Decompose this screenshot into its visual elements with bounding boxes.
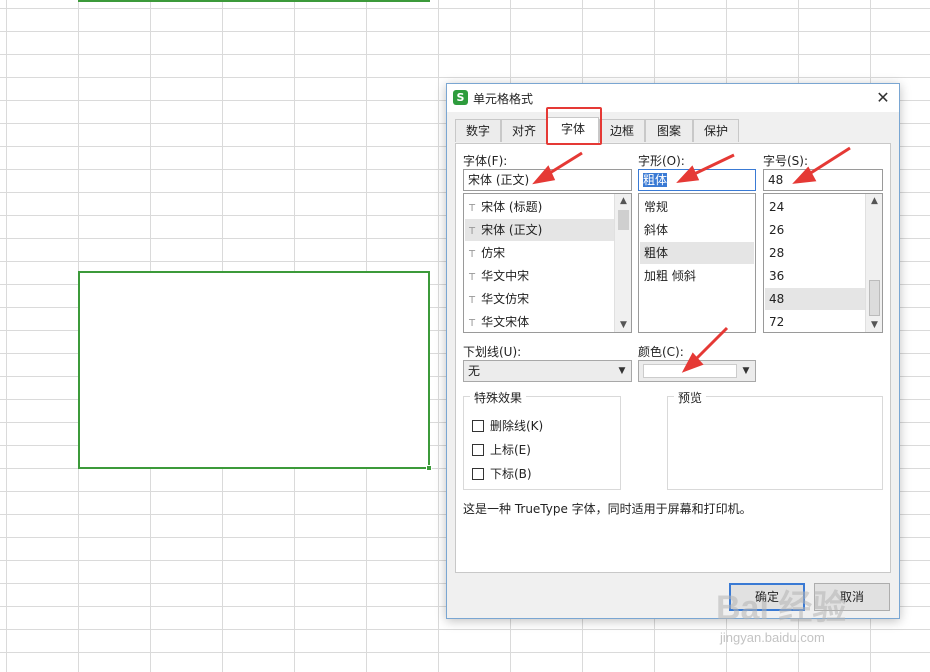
style-list[interactable]: 常规 斜体 粗体 加粗 倾斜	[638, 193, 756, 333]
chevron-down-icon: ▼	[618, 366, 626, 376]
strikethrough-checkbox[interactable]: 删除线(K)	[472, 417, 543, 434]
font-description: 这是一种 TrueType 字体，同时适用于屏幕和打印机。	[463, 502, 752, 516]
checkbox-box	[472, 468, 484, 480]
style-input[interactable]: 粗体	[638, 169, 756, 191]
font-list-item[interactable]: T 宋体 (标题)	[465, 196, 614, 218]
underline-value: 无	[468, 364, 481, 378]
style-list-item[interactable]: 加粗 倾斜	[640, 265, 754, 287]
truetype-font-icon: T	[469, 203, 476, 214]
dialog-title: 单元格格式	[473, 92, 534, 106]
font-tab-panel: 字体(F): 宋体 (正文) T 宋体 (标题) T 宋体 (正文) T 仿宋 T 华文…	[455, 143, 891, 573]
scroll-down-icon[interactable]: ▼	[615, 318, 631, 332]
font-list-item[interactable]: T 华文中宋	[465, 265, 614, 287]
size-input[interactable]: 48	[763, 169, 883, 191]
size-list-scrollbar[interactable]: ▲ ▼	[865, 194, 882, 332]
font-list-item-label: 宋体 (正文)	[481, 223, 543, 237]
wps-app-icon: S	[453, 90, 468, 105]
chevron-down-icon: ▼	[742, 366, 750, 376]
tab-pattern[interactable]: 图案	[645, 119, 693, 142]
font-list-item-label: 宋体 (标题)	[481, 200, 543, 214]
tab-number[interactable]: 数字	[455, 119, 501, 142]
size-label: 字号(S):	[763, 154, 809, 168]
scroll-thumb[interactable]	[618, 210, 629, 230]
truetype-font-icon: T	[469, 318, 476, 329]
color-swatch	[643, 364, 737, 378]
style-list-item[interactable]: 斜体	[640, 219, 754, 241]
checkbox-label: 下标(B)	[490, 467, 532, 481]
watermark-url: jingyan.baidu.com	[720, 630, 825, 645]
close-icon[interactable]: ✕	[873, 88, 893, 108]
truetype-font-icon: T	[469, 249, 476, 260]
checkbox-label: 删除线(K)	[490, 419, 544, 433]
font-list-item[interactable]: T 宋体 (正文)	[465, 219, 614, 241]
style-label: 字形(O):	[638, 154, 685, 168]
checkbox-label: 上标(E)	[490, 443, 531, 457]
tab-alignment[interactable]: 对齐	[501, 119, 547, 142]
font-list[interactable]: T 宋体 (标题) T 宋体 (正文) T 仿宋 T 华文中宋 T 华文仿宋 T 华文宋体 …	[463, 193, 632, 333]
font-list-item-label: 华文宋体	[481, 315, 530, 329]
tab-protection[interactable]: 保护	[693, 119, 739, 142]
font-list-item-label: 仿宋	[481, 246, 506, 260]
size-list-item[interactable]: 48	[765, 288, 865, 310]
baidu-jingyan-watermark: Bai 经验 jingyan.baidu.com	[716, 574, 906, 654]
preview-title: 预览	[674, 389, 707, 406]
font-list-item[interactable]: T 仿宋	[465, 242, 614, 264]
size-list-item[interactable]: 72	[765, 311, 865, 332]
selected-cell-range[interactable]	[78, 271, 432, 471]
scroll-down-icon[interactable]: ▼	[866, 318, 882, 332]
color-label: 颜色(C):	[638, 345, 684, 359]
truetype-font-icon: T	[469, 226, 476, 237]
truetype-font-icon: T	[469, 272, 476, 283]
underline-select[interactable]: 无 ▼	[463, 360, 632, 382]
font-list-item[interactable]: T 华文宋体	[465, 311, 614, 332]
style-input-selected-text: 粗体	[643, 173, 668, 187]
size-list-item[interactable]: 24	[765, 196, 865, 218]
effects-group: 特殊效果 删除线(K) 上标(E) 下标(B)	[463, 389, 621, 490]
size-list-item[interactable]: 28	[765, 242, 865, 264]
subscript-checkbox[interactable]: 下标(B)	[472, 465, 532, 482]
size-list-item[interactable]: 36	[765, 265, 865, 287]
preview-group: 预览	[667, 389, 883, 490]
effects-title: 特殊效果	[470, 389, 527, 406]
font-list-item-label: 华文中宋	[481, 269, 530, 283]
style-list-item[interactable]: 粗体	[640, 242, 754, 264]
font-list-scrollbar[interactable]: ▲ ▼	[614, 194, 631, 332]
scroll-up-icon[interactable]: ▲	[615, 194, 631, 208]
tab-annotation-box	[546, 107, 602, 145]
watermark-text: Bai 经验	[716, 589, 847, 627]
color-select[interactable]: ▼	[638, 360, 756, 382]
selection-border-top	[78, 0, 430, 2]
size-list[interactable]: 24 26 28 36 48 72 ▲ ▼	[763, 193, 883, 333]
fill-handle[interactable]	[426, 465, 432, 471]
font-input[interactable]: 宋体 (正文)	[463, 169, 632, 191]
underline-label: 下划线(U):	[463, 345, 522, 359]
tab-border[interactable]: 边框	[599, 119, 645, 142]
scroll-thumb[interactable]	[869, 280, 880, 316]
font-label: 字体(F):	[463, 154, 508, 168]
font-list-item-label: 华文仿宋	[481, 292, 530, 306]
scroll-up-icon[interactable]: ▲	[866, 194, 882, 208]
dialog-titlebar[interactable]: S 单元格格式 ✕	[447, 84, 899, 112]
font-list-item[interactable]: T 华文仿宋	[465, 288, 614, 310]
style-list-item[interactable]: 常规	[640, 196, 754, 218]
checkbox-box	[472, 444, 484, 456]
superscript-checkbox[interactable]: 上标(E)	[472, 441, 531, 458]
format-cells-dialog: S 单元格格式 ✕ 数字 对齐 字体 边框 图案 保护 字体(F): 宋体 (正…	[446, 83, 900, 619]
truetype-font-icon: T	[469, 295, 476, 306]
checkbox-box	[472, 420, 484, 432]
size-list-item[interactable]: 26	[765, 219, 865, 241]
